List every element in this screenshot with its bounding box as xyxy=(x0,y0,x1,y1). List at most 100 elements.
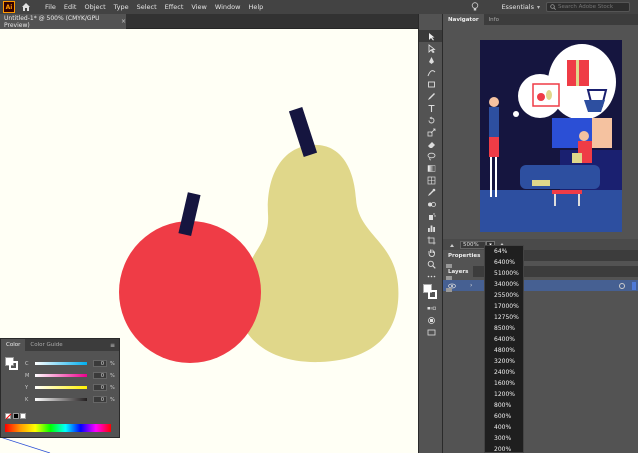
zoom-option[interactable]: 6400% xyxy=(485,257,523,268)
menu-effect[interactable]: Effect xyxy=(165,3,184,11)
menu-view[interactable]: View xyxy=(191,3,206,11)
zoom-option[interactable]: 25500% xyxy=(485,290,523,301)
slider-track[interactable] xyxy=(35,386,87,389)
draw-mode-buttons[interactable] xyxy=(419,314,443,326)
tab-properties[interactable]: Properties xyxy=(443,250,486,261)
type-tool[interactable] xyxy=(419,102,443,114)
white-swatch[interactable] xyxy=(20,413,26,419)
pear-stem[interactable] xyxy=(288,107,318,157)
eyedropper-tool[interactable] xyxy=(419,186,443,198)
zoom-option[interactable]: 300% xyxy=(485,433,523,444)
bar-graph-icon xyxy=(427,225,435,232)
fill-stroke-swatch[interactable] xyxy=(5,357,19,371)
eraser-tool[interactable] xyxy=(419,138,443,150)
menu-help[interactable]: Help xyxy=(248,3,263,11)
home-icon[interactable] xyxy=(21,2,31,12)
color-slider-y[interactable]: Y 0% xyxy=(25,383,119,392)
zoom-option[interactable]: 51000% xyxy=(485,268,523,279)
panel-icon[interactable] xyxy=(446,276,452,280)
black-swatch[interactable] xyxy=(13,413,19,419)
chevron-down-icon[interactable]: ▾ xyxy=(537,4,540,11)
lasso-tool[interactable] xyxy=(419,150,443,162)
tab-info[interactable]: Info xyxy=(484,14,504,25)
zoom-option[interactable]: 6400% xyxy=(485,334,523,345)
document-tab[interactable]: Untitled-1* @ 500% (CMYK/GPU Preview) × xyxy=(0,14,126,29)
pear-shape[interactable] xyxy=(238,144,399,363)
zoom-option[interactable]: 17000% xyxy=(485,301,523,312)
menu-select[interactable]: Select xyxy=(137,3,157,11)
tab-color[interactable]: Color xyxy=(1,339,26,351)
zoom-option[interactable]: 400% xyxy=(485,422,523,433)
color-spectrum[interactable] xyxy=(5,424,111,432)
curvature-tool[interactable] xyxy=(419,66,443,78)
selection-tool[interactable] xyxy=(419,30,443,42)
color-slider-c[interactable]: C 0% xyxy=(25,359,119,368)
workspace-switcher[interactable]: Essentials xyxy=(501,3,534,11)
zoom-option[interactable]: 600% xyxy=(485,411,523,422)
zoom-option[interactable]: 1200% xyxy=(485,389,523,400)
layer-target-icon[interactable] xyxy=(619,282,625,289)
layer-row[interactable]: › xyxy=(443,280,638,291)
tab-color-guide[interactable]: Color Guide xyxy=(25,339,67,351)
zoom-option[interactable]: 3200% xyxy=(485,356,523,367)
stroke-swatch[interactable] xyxy=(428,290,437,299)
mesh-tool[interactable] xyxy=(419,174,443,186)
blend-tool[interactable] xyxy=(419,198,443,210)
gradient-tool[interactable] xyxy=(419,162,443,174)
fill-stroke-control[interactable] xyxy=(419,282,443,302)
menu-bar: Ai File Edit Object Type Select Effect View Win… xyxy=(0,0,638,14)
zoom-option[interactable]: 200% xyxy=(485,444,523,452)
pen-tool[interactable] xyxy=(419,54,443,66)
screen-mode-button[interactable] xyxy=(419,326,443,338)
zoom-option[interactable]: 1600% xyxy=(485,378,523,389)
lightbulb-icon[interactable] xyxy=(471,2,479,12)
slider-track[interactable] xyxy=(35,398,87,401)
slider-track[interactable] xyxy=(35,374,87,377)
zoom-field[interactable]: 500% xyxy=(460,240,486,249)
stock-search-input[interactable] xyxy=(558,4,628,10)
color-slider-k[interactable]: K 0% xyxy=(25,395,119,404)
menu-object[interactable]: Object xyxy=(84,3,105,11)
zoom-option[interactable]: 34000% xyxy=(485,279,523,290)
rectangle-tool[interactable] xyxy=(419,78,443,90)
tab-navigator[interactable]: Navigator xyxy=(443,14,484,25)
navigator-thumbnail[interactable] xyxy=(480,40,622,232)
slider-value[interactable]: 0 xyxy=(93,384,107,391)
panel-menu-icon[interactable]: ≡ xyxy=(110,339,115,351)
hand-tool[interactable] xyxy=(419,246,443,258)
menu-type[interactable]: Type xyxy=(114,3,129,11)
color-mode-buttons[interactable] xyxy=(419,302,443,314)
zoom-option[interactable]: 8500% xyxy=(485,323,523,334)
panel-icon[interactable] xyxy=(446,288,452,292)
symbol-sprayer-tool[interactable] xyxy=(419,210,443,222)
direct-selection-tool[interactable] xyxy=(419,42,443,54)
scale-tool[interactable] xyxy=(419,126,443,138)
graph-tool[interactable] xyxy=(419,222,443,234)
rotate-tool[interactable] xyxy=(419,114,443,126)
zoom-option[interactable]: 800% xyxy=(485,400,523,411)
zoom-option[interactable]: 2400% xyxy=(485,367,523,378)
slider-value[interactable]: 0 xyxy=(93,372,107,379)
pencil-tool[interactable] xyxy=(419,90,443,102)
selection-path[interactable] xyxy=(0,436,51,453)
edit-toolbar[interactable] xyxy=(419,270,443,282)
stock-search[interactable] xyxy=(546,2,630,12)
zoom-tool[interactable] xyxy=(419,258,443,270)
close-icon[interactable]: × xyxy=(121,18,126,25)
slider-value[interactable]: 0 xyxy=(93,360,107,367)
menu-file[interactable]: File xyxy=(45,3,56,11)
panel-icon[interactable] xyxy=(446,264,452,268)
artboard-tool[interactable] xyxy=(419,234,443,246)
zoom-option[interactable]: 64% xyxy=(485,246,523,257)
menu-edit[interactable]: Edit xyxy=(64,3,77,11)
color-slider-m[interactable]: M 0% xyxy=(25,371,119,380)
zoom-option[interactable]: 12750% xyxy=(485,312,523,323)
slider-track[interactable] xyxy=(35,362,87,365)
apple-shape[interactable] xyxy=(119,221,261,363)
slider-value[interactable]: 0 xyxy=(93,396,107,403)
menu-window[interactable]: Window xyxy=(215,3,241,11)
zoom-out-icon[interactable] xyxy=(449,242,457,248)
zoom-option[interactable]: 4800% xyxy=(485,345,523,356)
expand-arrow-icon[interactable]: › xyxy=(470,282,472,289)
none-swatch[interactable] xyxy=(5,413,11,419)
